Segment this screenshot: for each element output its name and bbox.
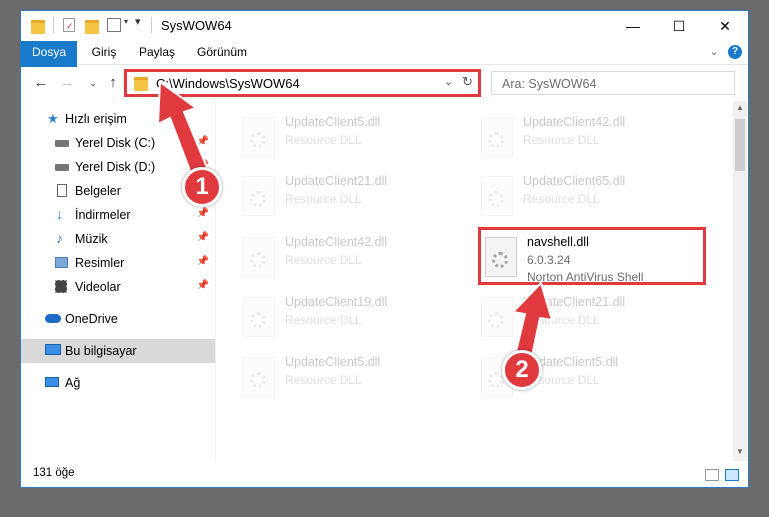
- annotation-overlay: [156, 80, 554, 358]
- arrow-2: [510, 281, 554, 358]
- step-2-badge: 2: [502, 350, 542, 390]
- step-1-badge: 1: [182, 167, 222, 207]
- arrow-1: [156, 80, 210, 178]
